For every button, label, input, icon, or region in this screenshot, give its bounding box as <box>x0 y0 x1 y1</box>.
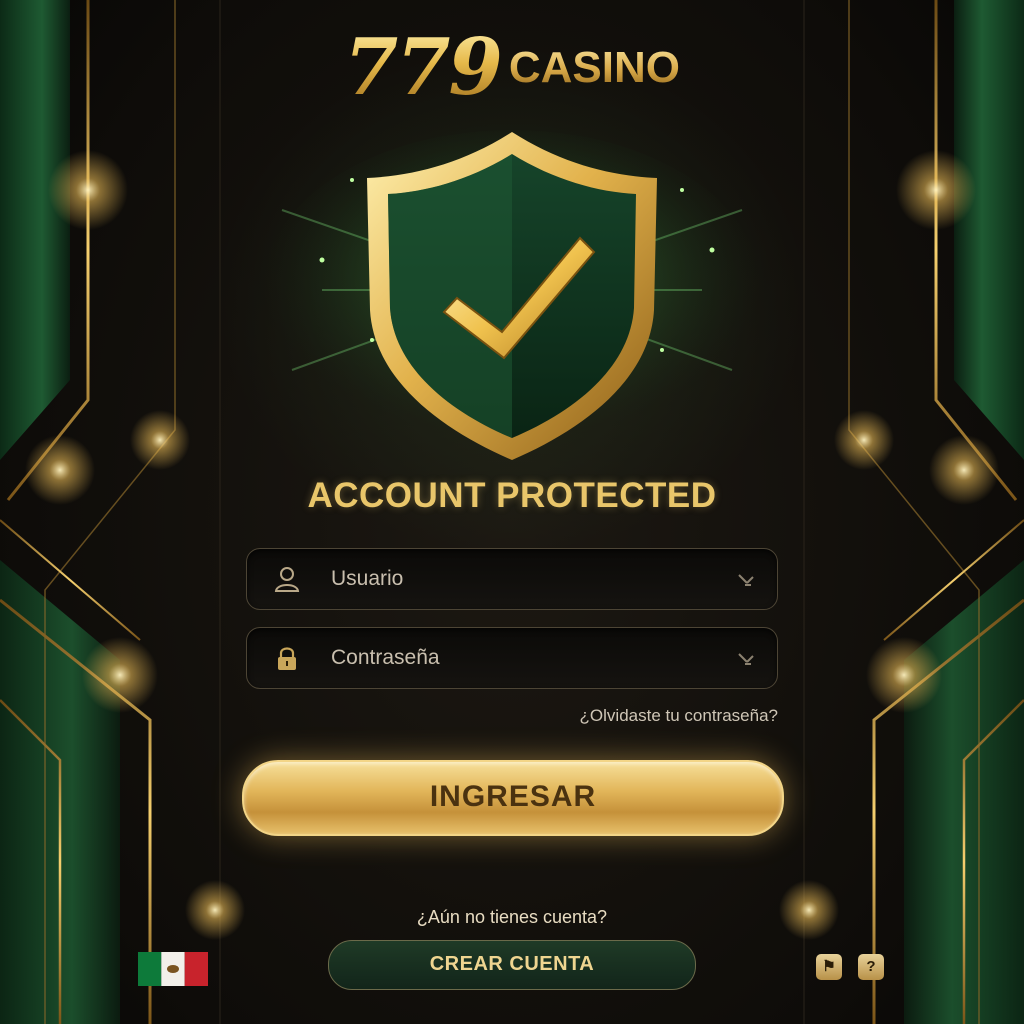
status-title: ACCOUNT PROTECTED <box>307 476 717 515</box>
brand-logo: 779 CASINO <box>0 28 1024 108</box>
lock-icon <box>278 647 296 670</box>
forgot-password-link[interactable]: ¿Olvidaste tu contraseña? <box>580 706 778 726</box>
support-icon[interactable]: ⚑ <box>816 954 842 980</box>
help-icon[interactable]: ? <box>858 954 884 980</box>
brand-word: CASINO <box>508 43 680 92</box>
arrow-icon <box>738 574 754 586</box>
create-account-button[interactable]: CREAR CUENTA <box>328 940 696 990</box>
password-placeholder: Contraseña <box>331 646 440 669</box>
signup-prompt: ¿Aún no tienes cuenta? <box>416 907 608 927</box>
login-button[interactable]: INGRESAR <box>242 760 784 836</box>
username-placeholder: Usuario <box>331 567 404 590</box>
password-field[interactable]: Contraseña <box>246 627 778 689</box>
shield-check-icon <box>262 130 762 460</box>
user-icon <box>274 567 300 592</box>
arrow-icon <box>738 653 754 665</box>
mexico-flag-icon[interactable] <box>138 952 208 986</box>
username-field[interactable]: Usuario <box>246 548 778 610</box>
brand-number: 779 <box>344 22 503 113</box>
